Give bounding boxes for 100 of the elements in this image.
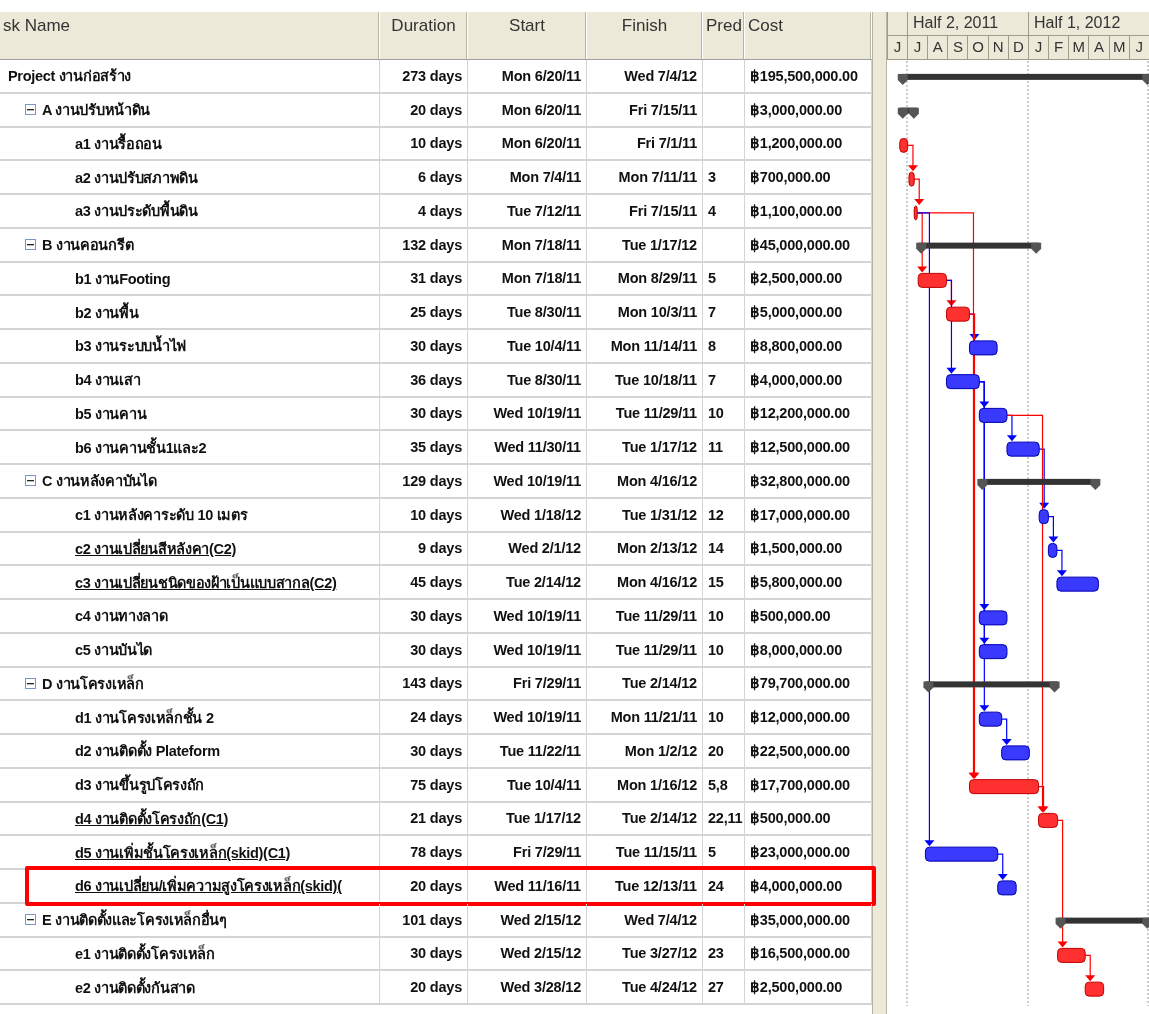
predecessor-cell: 23	[703, 937, 745, 970]
task-name: e2 งานติดตั้งกันสาด	[75, 976, 195, 998]
start-cell: Tue 1/17/12	[468, 802, 587, 835]
collapse-icon[interactable]	[25, 914, 36, 926]
finish-cell: Tue 2/14/12	[587, 667, 703, 700]
duration-cell: 4 days	[380, 195, 468, 227]
month-label: M	[1108, 36, 1129, 59]
duration-cell: 143 days	[380, 667, 468, 700]
task-bar[interactable]	[1038, 509, 1049, 525]
finish-cell: Mon 2/13/12	[587, 532, 703, 565]
task-name: c3 งานเปลี่ยนชนิดของฝ้าเป็นแบบสากล(C2)	[75, 571, 337, 593]
task-name: a2 งานปรับสภาพดิน	[75, 168, 198, 188]
start-cell: Fri 7/29/11	[468, 667, 587, 700]
link-arrow	[1084, 954, 1096, 982]
predecessor-cell: 20	[703, 735, 745, 767]
finish-cell: Tue 1/17/12	[587, 228, 703, 261]
finish-cell: Mon 11/21/11	[587, 701, 703, 733]
duration-cell: 132 days	[380, 228, 468, 261]
task-bar[interactable]	[978, 644, 1008, 660]
task-bar[interactable]	[908, 171, 915, 187]
start-cell: Wed 2/15/12	[468, 937, 587, 970]
task-bar[interactable]	[1047, 542, 1058, 558]
summary-bar	[897, 107, 919, 119]
finish-cell: Tue 10/18/11	[587, 363, 703, 396]
duration-cell: 30 days	[380, 633, 468, 666]
predecessor-cell: 27	[703, 971, 745, 1003]
month-label: S	[947, 36, 968, 59]
collapse-icon[interactable]	[25, 475, 36, 487]
task-bar[interactable]	[968, 340, 998, 356]
finish-cell: Fri 7/1/11	[587, 127, 703, 160]
start-cell: Wed 10/19/11	[468, 465, 587, 497]
link-arrow	[907, 144, 918, 172]
task-bar[interactable]	[978, 407, 1008, 423]
task-bar[interactable]	[1057, 947, 1086, 963]
month-label: N	[987, 36, 1008, 59]
predecessor-cell: 22,11	[703, 802, 745, 835]
finish-cell: Mon 1/16/12	[587, 768, 703, 801]
duration-cell: 30 days	[380, 600, 468, 632]
start-cell: Mon 7/18/11	[468, 262, 587, 295]
month-label: J	[907, 36, 928, 59]
finish-cell: Mon 4/16/12	[587, 465, 703, 497]
duration-cell: 10 days	[380, 127, 468, 160]
collapse-icon[interactable]	[25, 239, 36, 251]
collapse-icon[interactable]	[25, 104, 36, 116]
start-cell: Tue 2/14/12	[468, 566, 587, 598]
task-bar[interactable]	[917, 272, 947, 288]
task-bar[interactable]	[1084, 981, 1105, 997]
column-header[interactable]: Pred	[703, 12, 745, 59]
task-bar[interactable]	[913, 205, 918, 221]
month-label: A	[927, 36, 948, 59]
duration-cell: 20 days	[380, 93, 468, 126]
task-bar[interactable]	[945, 306, 970, 322]
finish-cell: Tue 12/13/11	[587, 870, 703, 902]
task-bar[interactable]	[978, 711, 1003, 727]
column-header[interactable]: sk Name	[0, 12, 380, 59]
predecessor-cell: 10	[703, 701, 745, 733]
collapse-icon[interactable]	[25, 677, 36, 689]
predecessor-cell: 4	[703, 195, 745, 227]
predecessor-cell: 8	[703, 330, 745, 362]
month-label: A	[1088, 36, 1109, 59]
link-arrow	[997, 853, 1008, 880]
task-name: b5 งานคาน	[75, 404, 147, 424]
duration-cell: 24 days	[380, 701, 468, 733]
task-name: E งานติดตั้งและโครงเหล็กอื่นๆ	[42, 908, 227, 932]
task-name: b4 งานเสา	[75, 371, 141, 391]
column-header[interactable]: Duration	[380, 12, 468, 59]
predecessor-cell: 5	[703, 836, 745, 868]
start-cell: Wed 10/19/11	[468, 633, 587, 666]
task-bar[interactable]	[924, 846, 999, 862]
start-cell: Wed 3/28/12	[468, 971, 587, 1003]
task-bar[interactable]	[945, 374, 980, 390]
task-name: b1 งานFooting	[75, 269, 171, 289]
month-label: J	[1027, 36, 1049, 59]
start-cell: Mon 6/20/11	[468, 127, 587, 160]
duration-cell: 129 days	[380, 465, 468, 497]
task-bar[interactable]	[978, 610, 1008, 626]
predecessor-cell: 12	[703, 498, 745, 531]
finish-cell: Tue 11/29/11	[587, 397, 703, 430]
duration-cell: 21 days	[380, 802, 468, 835]
start-cell: Mon 6/20/11	[468, 93, 587, 126]
task-bar[interactable]	[1001, 745, 1030, 761]
predecessor-cell: 15	[703, 566, 745, 598]
finish-cell: Mon 7/11/11	[587, 161, 703, 193]
finish-cell: Tue 2/14/12	[587, 802, 703, 835]
task-bar[interactable]	[997, 880, 1017, 896]
predecessor-cell: 11	[703, 431, 745, 463]
finish-cell: Mon 10/3/11	[587, 296, 703, 328]
duration-cell: 30 days	[380, 937, 468, 970]
task-bar[interactable]	[968, 779, 1039, 795]
column-header[interactable]: Finish	[587, 12, 703, 59]
task-bar[interactable]	[1006, 441, 1040, 457]
start-cell: Mon 7/18/11	[468, 228, 587, 261]
task-bar[interactable]	[899, 137, 909, 153]
predecessor-cell: 5,8	[703, 768, 745, 801]
task-bar[interactable]	[1056, 576, 1099, 592]
task-bar[interactable]	[1038, 812, 1059, 828]
duration-cell: 45 days	[380, 566, 468, 598]
finish-cell: Mon 1/2/12	[587, 735, 703, 767]
duration-cell: 36 days	[380, 363, 468, 396]
column-header[interactable]: Start	[468, 12, 587, 59]
